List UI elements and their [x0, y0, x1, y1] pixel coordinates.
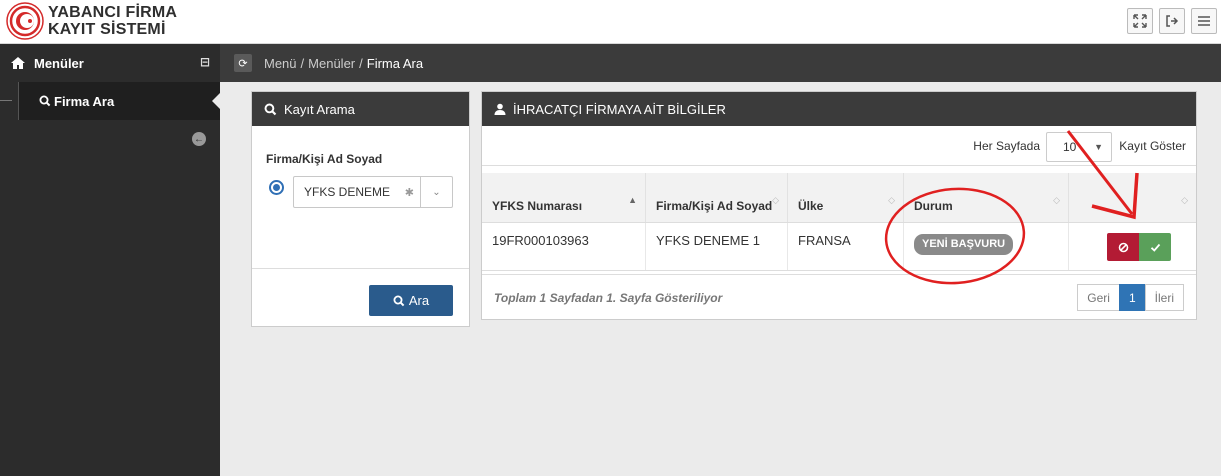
seal-icon [6, 2, 44, 40]
approve-button[interactable] [1139, 233, 1171, 261]
sidebar: Menüler ⊟ Firma Ara ← [0, 44, 220, 476]
page-size-label: Her Sayfada [973, 139, 1040, 153]
cell-country: FRANSA [788, 223, 904, 270]
tree-connector [0, 100, 12, 101]
menu-button[interactable] [1191, 8, 1217, 34]
sort-icon: ◇ [772, 195, 779, 205]
fullscreen-icon [1133, 14, 1147, 28]
sort-icon: ◇ [888, 195, 895, 205]
pagination: Geri 1 İleri [1077, 284, 1184, 311]
sidebar-item-firma-ara[interactable]: Firma Ara [0, 82, 220, 120]
name-select[interactable]: YFKS DENEME ✱ ⌄ [293, 176, 453, 208]
sidebar-toggle-row: ← [0, 126, 220, 152]
table-header-row: YFKS Numarası ▲ Firma/Kişi Ad Soyad ◇ Ülke… [482, 173, 1196, 223]
clear-icon[interactable]: ✱ [405, 186, 414, 199]
logout-icon [1166, 15, 1179, 27]
reject-button[interactable] [1107, 233, 1139, 261]
search-icon [264, 103, 277, 115]
ban-icon [1118, 242, 1128, 252]
top-actions [1127, 8, 1217, 34]
status-badge: YENİ BAŞVURU [914, 234, 1014, 255]
name-select-value: YFKS DENEME [304, 185, 391, 199]
cell-status: YENİ BAŞVURU [904, 223, 1069, 270]
column-header-label: YFKS Numarası [492, 199, 583, 213]
logo-line2: KAYIT SİSTEMİ [48, 21, 166, 38]
search-panel-header: Kayıt Arama [252, 92, 469, 126]
breadcrumb-separator: / [300, 55, 305, 71]
results-panel-title: İHRACATÇI FİRMAYA AİT BİLGİLER [513, 101, 726, 117]
name-radio[interactable] [269, 180, 284, 195]
results-panel-header: İHRACATÇI FİRMAYA AİT BİLGİLER [482, 92, 1196, 126]
collapse-icon[interactable]: ⊟ [200, 55, 210, 69]
column-header-label: Ülke [798, 199, 824, 213]
column-header-number[interactable]: YFKS Numarası ▲ [482, 173, 646, 222]
cell-name: YFKS DENEME 1 [646, 223, 788, 270]
page-size-select[interactable]: 10 ▼ [1046, 132, 1112, 162]
search-button-label: Ara [408, 293, 430, 308]
table-row: 19FR000103963 YFKS DENEME 1 FRANSA YENİ … [482, 223, 1196, 271]
column-header-actions[interactable]: ◇ [1069, 173, 1196, 222]
fullscreen-button[interactable] [1127, 8, 1153, 34]
column-header-label: Durum [914, 199, 953, 213]
results-panel: İHRACATÇI FİRMAYA AİT BİLGİLER Her Sayfa… [481, 91, 1197, 320]
sort-asc-icon: ▲ [628, 195, 637, 205]
sidebar-item-label: Firma Ara [54, 93, 115, 109]
cell-number: 19FR000103963 [482, 223, 646, 270]
page-size-suffix: Kayıt Göster [1119, 139, 1186, 153]
sidebar-title: Menüler [34, 55, 84, 71]
breadcrumb-separator: / [359, 55, 363, 71]
page-size-value: 10 [1063, 140, 1077, 154]
logo-text: YABANCI FİRMA KAYIT SİSTEMİ [48, 4, 177, 38]
logo-line1: YABANCI FİRMA [48, 4, 178, 21]
sort-icon: ◇ [1053, 195, 1060, 205]
active-caret [212, 93, 220, 109]
pagination-prev[interactable]: Geri [1077, 284, 1120, 311]
name-field-label: Firma/Kişi Ad Soyad [266, 152, 383, 166]
chevron-down-icon[interactable]: ⌄ [420, 177, 452, 207]
page-size-row: Her Sayfada 10 ▼ Kayıt Göster [482, 126, 1196, 166]
search-icon [39, 95, 51, 107]
cell-actions [1069, 223, 1196, 270]
arrow-left-circle-icon[interactable]: ← [192, 132, 206, 146]
search-icon [393, 295, 405, 306]
column-header-label: Firma/Kişi Ad Soyad [656, 199, 773, 213]
search-panel-footer: Ara [252, 268, 469, 326]
logout-button[interactable] [1159, 8, 1185, 34]
breadcrumb-item-menu[interactable]: Menü [264, 56, 297, 71]
column-header-country[interactable]: Ülke ◇ [788, 173, 904, 222]
column-header-name[interactable]: Firma/Kişi Ad Soyad ◇ [646, 173, 788, 222]
pagination-info: Toplam 1 Sayfadan 1. Sayfa Gösteriliyor [494, 291, 723, 305]
breadcrumb-current: Firma Ara [366, 55, 424, 71]
row-actions [1107, 233, 1186, 261]
top-header: YABANCI FİRMA KAYIT SİSTEMİ [0, 0, 1221, 44]
refresh-icon[interactable]: ⟳ [234, 54, 252, 72]
results-table: YFKS Numarası ▲ Firma/Kişi Ad Soyad ◇ Ülke… [482, 173, 1196, 271]
pagination-page[interactable]: 1 [1118, 284, 1146, 311]
app-logo[interactable]: YABANCI FİRMA KAYIT SİSTEMİ [6, 2, 177, 40]
sort-icon: ◇ [1181, 195, 1188, 205]
search-button[interactable]: Ara [369, 285, 453, 316]
user-icon [494, 103, 506, 115]
breadcrumb-item-menuler[interactable]: Menüler [308, 56, 355, 71]
column-header-status[interactable]: Durum ◇ [904, 173, 1069, 222]
sidebar-header[interactable]: Menüler ⊟ [0, 44, 220, 82]
caret-down-icon: ▼ [1094, 142, 1103, 152]
search-panel: Kayıt Arama Firma/Kişi Ad Soyad YFKS DEN… [251, 91, 470, 327]
check-icon [1150, 243, 1160, 252]
table-footer: Toplam 1 Sayfadan 1. Sayfa Gösteriliyor … [482, 274, 1196, 319]
home-icon [11, 57, 25, 69]
breadcrumb: ⟳ Menü / Menüler / Firma Ara [220, 44, 1221, 82]
search-panel-title: Kayıt Arama [284, 101, 355, 117]
menu-icon [1198, 16, 1210, 26]
pagination-next[interactable]: İleri [1144, 284, 1184, 311]
